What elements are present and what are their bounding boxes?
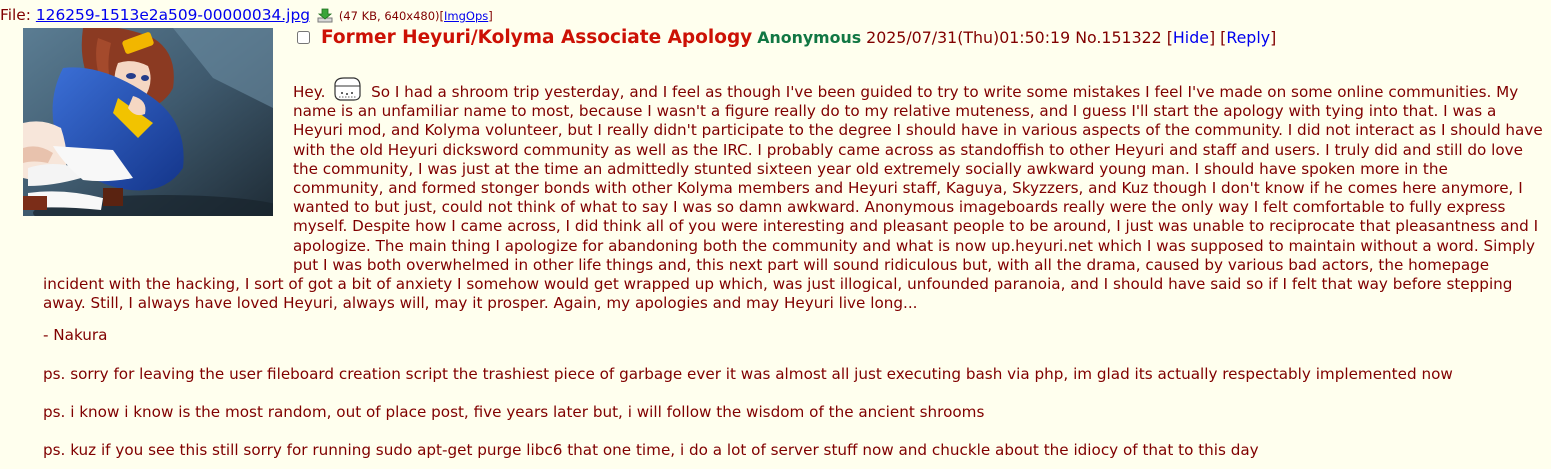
post-datetime: 2025/07/31(Thu)01:50:19 [866,28,1071,47]
file-info-line: File: 126259-1513e2a509-00000034.jpg (47… [0,5,493,26]
post-number-link[interactable]: No.151322 [1075,28,1162,47]
file-label: File: [0,6,31,24]
post-greeting: Hey. [293,83,326,101]
imgops-bracket-close: ] [488,9,493,23]
download-icon[interactable] [317,7,333,23]
post-header: Former Heyuri/Kolyma Associate Apology A… [297,27,1276,49]
post-ps-3: ps. kuz if you see this still sorry for … [43,441,1259,459]
post-body: Hey. So I had a shroom trip yesterday, a… [43,76,1543,313]
post-signature: - Nakura [43,326,108,344]
post-select-checkbox[interactable] [297,31,310,44]
post-subject: Former Heyuri/Kolyma Associate Apology [321,27,753,48]
file-size-dimensions: (47 KB, 640x480) [338,9,440,23]
file-link[interactable]: 126259-1513e2a509-00000034.jpg [36,6,310,24]
file-meta: (47 KB, 640x480)[ImgOps] [339,9,493,23]
hide-post-link[interactable]: Hide [1173,28,1209,47]
imgops-link[interactable]: ImgOps [444,9,488,23]
kaomoji-emote-icon [334,77,361,101]
reply-link[interactable]: Reply [1226,28,1270,47]
post-ps-1: ps. sorry for leaving the user fileboard… [43,365,1453,383]
poster-name: Anonymous [757,28,862,47]
post-ps-2: ps. i know i know is the most random, ou… [43,403,985,421]
thumbnail-float-spacer [43,76,293,264]
